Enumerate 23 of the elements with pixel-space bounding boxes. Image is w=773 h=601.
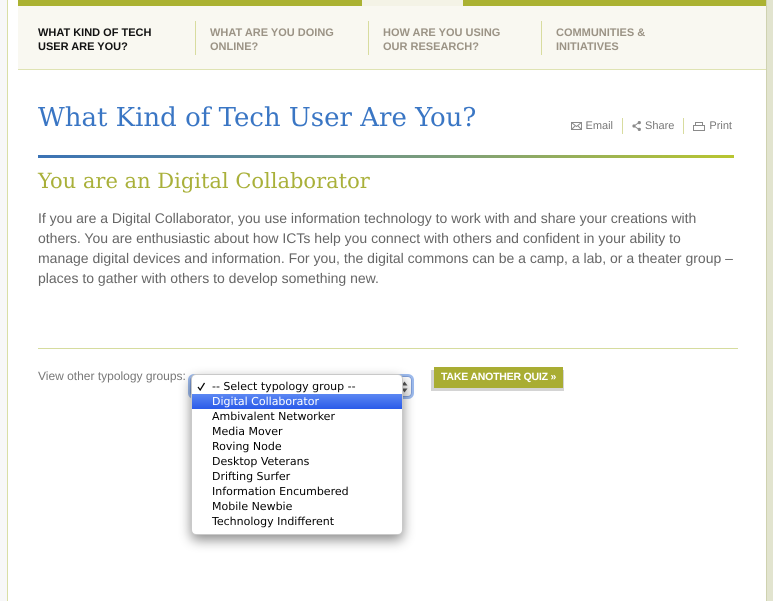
share-link[interactable]: Share [622,118,684,134]
email-link[interactable]: Email [562,118,622,134]
envelope-icon [570,122,582,130]
menu-option[interactable]: Technology Indifferent [192,514,402,529]
menu-option[interactable]: Roving Node [192,439,402,454]
menu-option[interactable]: Ambivalent Networker [192,409,402,424]
share-icon [632,121,642,131]
menu-option[interactable]: Media Mover [192,424,402,439]
result-description: If you are a Digital Collaborator, you use information technology to work with and share your creations with others. You are enthusiastic about how ICTs help you connect with others and confident in your ability to manage digital devices and information. For you, the digital commons can be a camp, a lab, or a theater group – places to gather with others to develop something new. [38,209,734,288]
menu-option[interactable]: Information Encumbered [192,484,402,499]
menu-option[interactable]: Digital Collaborator [192,394,402,409]
result-heading: You are an Digital Collaborator [38,168,371,195]
menu-option[interactable]: Mobile Newbie [192,499,402,514]
print-link[interactable]: Print [683,118,732,134]
check-icon [197,382,205,391]
menu-option[interactable]: Desktop Veterans [192,454,402,469]
nav-tab[interactable]: WHAT KIND OF TECH USER ARE YOU? [38,20,195,54]
menu-option[interactable]: -- Select typology group -- [192,379,402,394]
printer-icon [693,122,706,130]
page-title: What Kind of Tech User Are You? [38,102,476,135]
stepper-arrows-icon [401,380,408,392]
picker-label: View other typology groups: [38,369,187,384]
menu-option[interactable]: Drifting Surfer [192,469,402,484]
